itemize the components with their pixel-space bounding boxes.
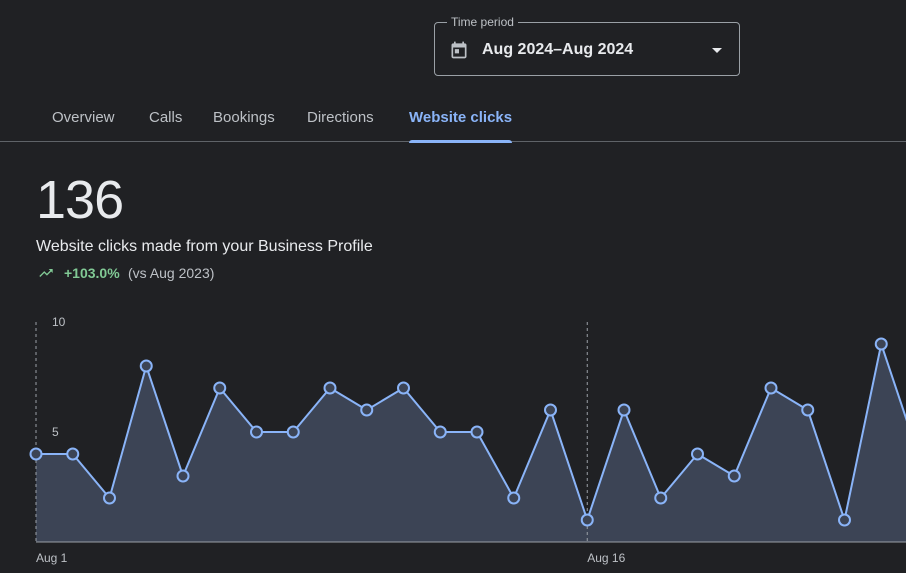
data-point	[470, 425, 484, 439]
data-point	[874, 337, 888, 351]
time-period-value: Aug 2024–Aug 2024	[482, 41, 634, 58]
metric-value: 136	[36, 170, 124, 230]
data-point	[544, 403, 557, 417]
trending-up-icon	[39, 269, 53, 277]
tab-calls[interactable]: Calls	[149, 96, 182, 142]
tab-overview[interactable]: Overview	[52, 96, 115, 142]
tab-website-clicks[interactable]: Website clicks	[409, 96, 513, 143]
data-point	[176, 469, 190, 483]
metric-description: Website clicks made from your Business P…	[36, 238, 373, 255]
data-point	[103, 491, 116, 505]
x-tick-label: Aug 16	[587, 551, 625, 565]
tab-directions[interactable]: Directions	[307, 96, 374, 142]
data-point	[66, 447, 80, 461]
calendar-icon	[451, 41, 467, 59]
y-tick-label: 5	[52, 425, 59, 439]
change-percent: +103.0%	[64, 265, 120, 281]
metric-tabs: Overview Calls Bookings Directions Websi…	[0, 96, 906, 143]
data-point	[617, 403, 631, 417]
data-point	[764, 381, 778, 395]
data-point	[507, 491, 521, 505]
y-tick-label: 10	[52, 315, 66, 329]
website-clicks-chart: Aug 1 Aug 16 10 5	[29, 315, 906, 565]
data-point	[691, 447, 704, 461]
data-point	[323, 381, 337, 395]
data-point	[286, 425, 300, 439]
data-point	[727, 469, 741, 483]
arrow-drop-down-icon[interactable]	[712, 48, 722, 53]
series-area	[36, 344, 906, 542]
data-point	[801, 403, 815, 417]
data-point	[213, 381, 227, 395]
data-point	[29, 447, 43, 461]
data-point	[654, 491, 668, 505]
x-tick-label: Aug 1	[36, 551, 68, 565]
time-period-dropdown[interactable]: Time period Aug 2024–Aug 2024	[434, 14, 740, 76]
data-point	[360, 403, 374, 417]
data-point	[397, 381, 410, 395]
tab-bookings[interactable]: Bookings	[213, 96, 275, 142]
time-period-label: Time period	[447, 14, 518, 30]
data-point	[139, 359, 153, 373]
data-point	[250, 425, 263, 439]
data-point	[838, 513, 851, 527]
data-point	[580, 513, 594, 527]
change-comparison: (vs Aug 2023)	[128, 265, 215, 281]
data-point	[433, 425, 447, 439]
